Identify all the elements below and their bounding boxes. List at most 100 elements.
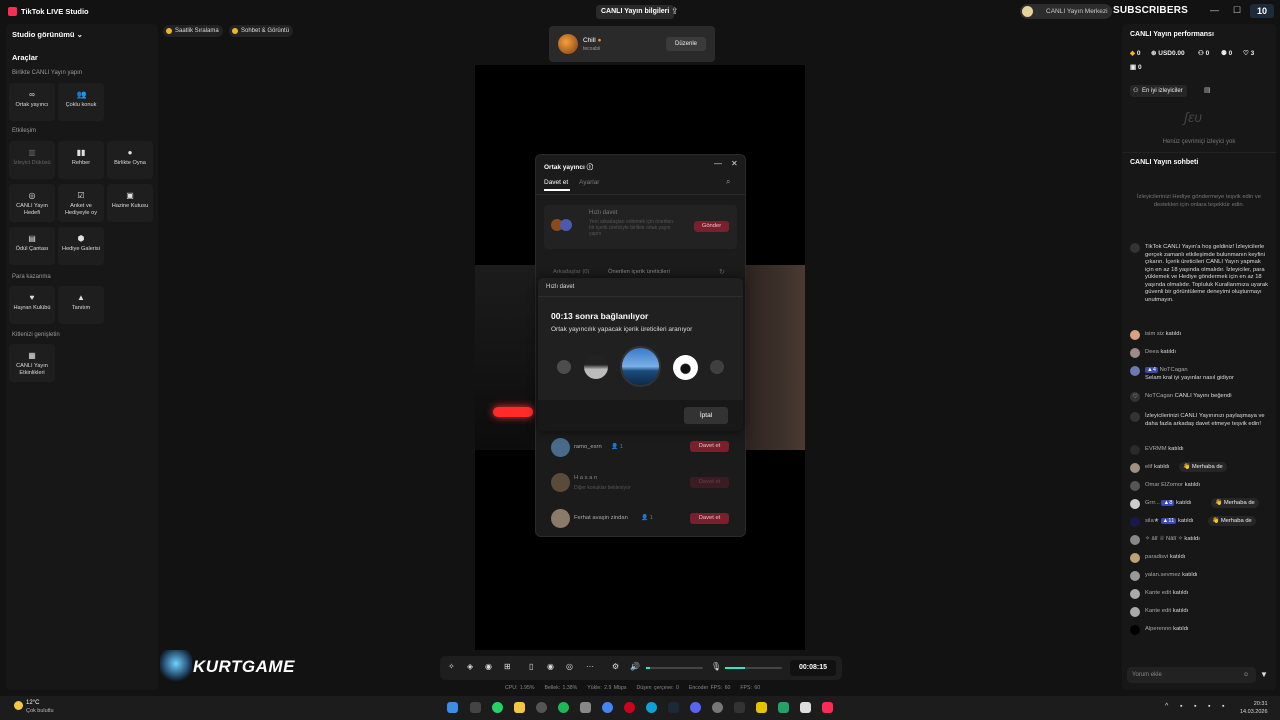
more-icon[interactable]: ··· bbox=[586, 662, 594, 671]
chat-user: Deea bbox=[1145, 349, 1159, 355]
comment-input[interactable]: Yorum ekle ☺ bbox=[1127, 667, 1256, 683]
guide-tool[interactable]: ▮▮ Rehber bbox=[58, 141, 104, 179]
app-icon[interactable] bbox=[712, 702, 723, 713]
record-icon[interactable]: ◉ bbox=[547, 662, 554, 671]
help-icon[interactable]: ⓘ bbox=[587, 164, 594, 171]
tray-icon[interactable]: ▪ bbox=[1222, 703, 1224, 710]
invite-button[interactable]: Davet et bbox=[690, 477, 729, 488]
tab-underline bbox=[544, 189, 570, 191]
section-together: Birlikte CANLI Yayın yapın bbox=[12, 70, 83, 76]
invite-button[interactable]: Davet et bbox=[690, 513, 729, 524]
creator-avatar bbox=[710, 360, 724, 374]
shares-value: 0 bbox=[1137, 64, 1142, 71]
tab-suggested[interactable]: Önerilen içerik üreticileri bbox=[608, 269, 670, 275]
live-center-label: CANLI Yayın Merkezi bbox=[1046, 8, 1108, 15]
edge-icon[interactable] bbox=[646, 702, 657, 713]
gift-gallery-tool[interactable]: ⬢ Hediye Galerisi bbox=[58, 227, 104, 265]
minimize-icon[interactable]: — bbox=[1210, 5, 1219, 15]
stream-info-button[interactable]: CANLI Yayın bilgileri bbox=[596, 5, 675, 19]
file-explorer-icon[interactable] bbox=[514, 702, 525, 713]
refresh-icon[interactable]: ↻ bbox=[719, 268, 725, 276]
heart-icon: ♡ bbox=[1130, 392, 1140, 402]
tray-icon[interactable]: ▪ bbox=[1194, 703, 1196, 710]
reward-bag-tool[interactable]: ▤ Ödül Çantası bbox=[9, 227, 55, 265]
live-goal-tool[interactable]: ◎ CANLI Yayın Hedefi bbox=[9, 184, 55, 222]
poll-gift-tool[interactable]: ☑ Anket ve Hediyeyle oy bbox=[58, 184, 104, 222]
emoji-icon[interactable]: ☺ bbox=[1243, 667, 1249, 683]
minimize-icon[interactable]: — bbox=[714, 159, 722, 168]
studio-view-dropdown[interactable]: Studio görünümü ⌄ bbox=[12, 30, 83, 39]
send-button[interactable]: Gönder bbox=[694, 221, 729, 232]
filter-icon[interactable]: ▼ bbox=[1260, 670, 1268, 679]
tray-icon[interactable]: ▪ bbox=[1208, 703, 1210, 710]
share-icon[interactable]: ⇪ bbox=[671, 6, 679, 17]
empty-state-icon: ʃɛʋ bbox=[1184, 109, 1202, 125]
app-icon[interactable] bbox=[580, 702, 591, 713]
magic-wand-icon[interactable]: ✧ bbox=[448, 662, 455, 671]
fan-club-tool[interactable]: ♥ Hayran Kulübü bbox=[9, 286, 55, 324]
mic-slider[interactable] bbox=[725, 667, 782, 669]
app-icon[interactable] bbox=[756, 702, 767, 713]
live-events-tool[interactable]: ▦ CANLI Yayın Etkinlikleri bbox=[9, 344, 55, 382]
treasure-box-tool[interactable]: ▣ Hazine Kutusu bbox=[107, 184, 153, 222]
top-viewers-tab[interactable]: ⚇ En iyi izleyiciler bbox=[1130, 85, 1187, 97]
app-icon[interactable] bbox=[536, 702, 547, 713]
chevron-up-icon[interactable]: ^ bbox=[1165, 703, 1168, 710]
whatsapp-icon[interactable] bbox=[492, 702, 503, 713]
chat-hint: İzleyicilerinizi Hediye göndermeye teşvi… bbox=[1136, 194, 1262, 208]
viewer-poll-tool[interactable]: ▥ İzleyici Döküsü bbox=[9, 141, 55, 179]
volume-slider[interactable] bbox=[646, 667, 703, 669]
tab-settings[interactable]: Ayarlar bbox=[579, 179, 599, 186]
camera-switch-icon[interactable]: ◎ bbox=[566, 662, 573, 671]
play-together-tool[interactable]: ● Birlikte Oyna bbox=[107, 141, 153, 179]
filter-icon[interactable]: ◉ bbox=[485, 662, 492, 671]
chat-view-chip[interactable]: Sohbet & Görüntü bbox=[229, 25, 294, 37]
edit-button[interactable]: Düzenle bbox=[666, 37, 706, 51]
start-icon[interactable] bbox=[447, 702, 458, 713]
cancel-button[interactable]: İptal bbox=[684, 407, 728, 424]
tool-label: Tanıtım bbox=[71, 305, 91, 311]
search-icon[interactable] bbox=[470, 702, 481, 713]
hourly-ranking-chip[interactable]: Saatlik Sıralama bbox=[163, 25, 223, 37]
tab-friends[interactable]: Arkadaşlar (0) bbox=[553, 269, 589, 275]
opera-icon[interactable] bbox=[624, 702, 635, 713]
invite-button[interactable]: Davet et bbox=[690, 441, 729, 452]
maximize-icon[interactable]: ☐ bbox=[1233, 5, 1241, 16]
close-icon[interactable]: ✕ bbox=[731, 159, 738, 168]
spotify-icon[interactable] bbox=[558, 702, 569, 713]
microphone-icon[interactable]: 🎙 bbox=[711, 662, 721, 671]
effects-icon[interactable]: ◈ bbox=[467, 662, 473, 671]
settings-sliders-icon[interactable]: ⚙ bbox=[612, 662, 619, 671]
chat-user: Kante edit bbox=[1145, 608, 1172, 614]
list-icon[interactable]: ▤ bbox=[1204, 86, 1211, 94]
row-name: H a s a n bbox=[574, 475, 598, 481]
chat-user: sila★ bbox=[1145, 518, 1159, 524]
camera-left-view bbox=[475, 265, 537, 450]
multi-guest-tool[interactable]: 👥 Çoklu konuk bbox=[58, 83, 104, 121]
tool-label: CANLI Yayın Hedefi bbox=[16, 203, 48, 216]
discord-icon[interactable] bbox=[690, 702, 701, 713]
steam-icon[interactable] bbox=[668, 702, 679, 713]
chart-icon: ▥ bbox=[28, 148, 36, 157]
excel-icon[interactable] bbox=[778, 702, 789, 713]
section-expand: Kitlenizi genişletin bbox=[12, 332, 60, 338]
search-icon[interactable]: ⌕ bbox=[726, 177, 730, 187]
speaker-icon[interactable]: 🔊 bbox=[630, 662, 640, 671]
tab-invite[interactable]: Davet et bbox=[544, 179, 568, 186]
phone-icon[interactable]: ▯ bbox=[529, 662, 533, 671]
cohost-tool[interactable]: ∞ Ortak yayıncı bbox=[9, 83, 55, 121]
app-icon[interactable] bbox=[800, 702, 811, 713]
chat-user: yalan.sevmez bbox=[1145, 572, 1181, 578]
say-hello-button[interactable]: 👋 Merhaba de bbox=[1208, 516, 1256, 526]
clock[interactable]: 20:31 14.03.2026 bbox=[1240, 700, 1268, 716]
epic-games-icon[interactable] bbox=[734, 702, 745, 713]
tray-icon[interactable]: ▪ bbox=[1180, 703, 1182, 710]
tiktok-live-icon[interactable] bbox=[822, 702, 833, 713]
add-source-icon[interactable]: ⊞ bbox=[504, 662, 511, 671]
coin-icon bbox=[166, 28, 172, 34]
promote-tool[interactable]: ▲ Tanıtım bbox=[58, 286, 104, 324]
chrome-icon[interactable] bbox=[602, 702, 613, 713]
say-hello-button[interactable]: 👋 Merhaba de bbox=[1211, 498, 1259, 508]
stream-toolbar: ✧ ◈ ◉ ⊞ ▯ ◉ ◎ ··· ⚙ 🔊 🎙 00:08:15 bbox=[440, 656, 842, 680]
say-hello-button[interactable]: 👋 Merhaba de bbox=[1179, 462, 1227, 472]
